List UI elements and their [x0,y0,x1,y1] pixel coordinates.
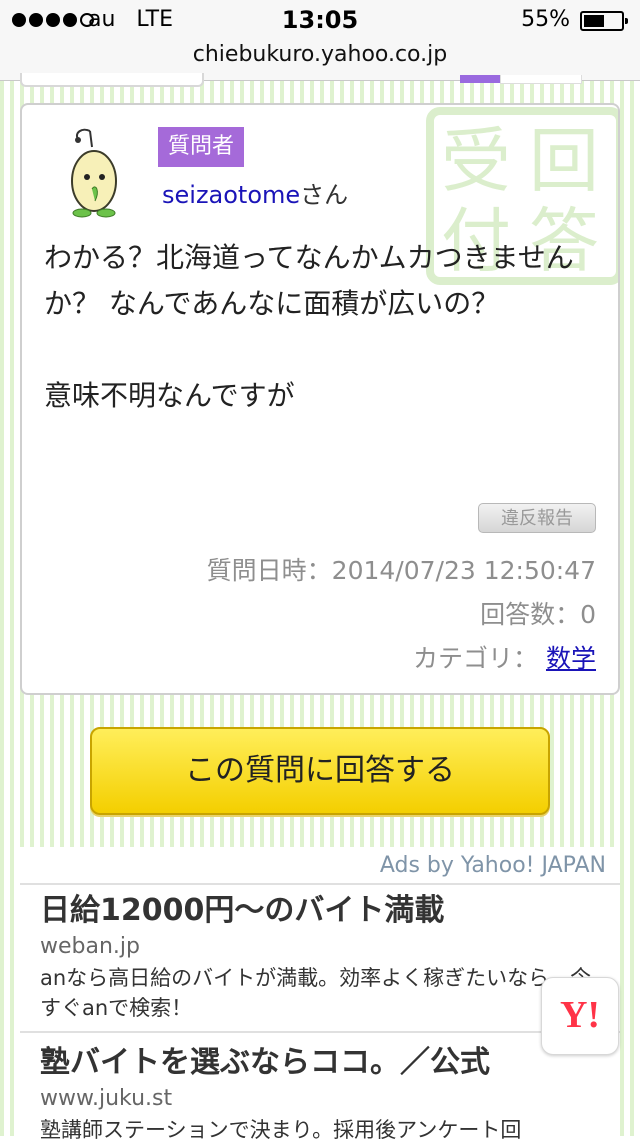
ads-header[interactable]: Ads by Yahoo! JAPAN [380,853,606,878]
stamp-char: 受 [441,120,511,202]
divider [20,883,620,885]
ad-description: 塾講師ステーションで決まり。採用後アンケート回 [40,1118,522,1142]
divider [20,1031,620,1033]
ad-url: www.juku.st [40,1086,173,1111]
answer-count-value: 0 [580,600,596,629]
category-link[interactable]: 数学 [546,644,596,673]
battery-percent: 55% [521,7,570,32]
yahoo-logo-button[interactable]: Y! [541,977,619,1055]
ad-item[interactable]: 塾バイトを選ぶならココ。／公式 www.juku.st 塾講師ステーションで決ま… [40,1043,600,1145]
asker-badge: 質問者 [158,127,245,167]
question-card: 受 回 付 答 質問者 seizaotomeさん わかる？北海道ってなんかムカつ… [20,103,620,695]
ad-title[interactable]: 日給12000円〜のバイト満載 [40,891,600,931]
question-text: わかる？北海道ってなんかムカつきませんか？ なんであんなに面積が広いの？ [44,241,574,320]
question-category: カテゴリ： 数学 [413,639,596,675]
date-label: 質問日時： [206,556,332,585]
question-text: 意味不明なんですが [44,379,295,412]
ads-section: Ads by Yahoo! JAPAN 日給12000円〜のバイト満載 weba… [20,847,620,1147]
previous-card-edge [20,73,204,87]
asker-name-link[interactable]: seizaotomeさん [162,175,348,210]
previous-tab-edge [460,75,500,83]
ad-description: anなら高日給のバイトが満載。効率よく稼ぎたいなら、今すぐanで検索！ [40,966,592,1020]
answer-count: 回答数：0 [480,595,596,631]
asker-username[interactable]: seizaotome [162,181,300,209]
ad-title[interactable]: 塾バイトを選ぶならココ。／公式 [40,1043,600,1083]
date-value: 2014/07/23 12:50:47 [331,556,596,585]
stamp-char: 回 [529,120,599,202]
asker-honorific: さん [300,181,349,209]
ad-url: weban.jp [40,934,140,959]
answer-question-button[interactable]: この質問に回答する [90,727,550,815]
battery-icon [580,11,628,31]
report-violation-button[interactable]: 違反報告 [478,503,596,533]
category-label: カテゴリ： [412,644,538,673]
address-bar[interactable]: chiebukuro.yahoo.co.jp [0,42,640,67]
page-content: 受 回 付 答 質問者 seizaotomeさん わかる？北海道ってなんかムカつ… [0,73,640,1147]
question-date: 質問日時：2014/07/23 12:50:47 [207,551,596,587]
previous-tab-edge [500,75,582,84]
browser-chrome: au LTE 13:05 55% chiebukuro.yahoo.co.jp [0,0,640,81]
avatar[interactable] [62,125,132,225]
status-bar: au LTE 13:05 55% [0,0,640,40]
question-body: わかる？北海道ってなんかムカつきませんか？ なんであんなに面積が広いの？ 意味不… [44,235,604,419]
answer-count-label: 回答数： [480,600,581,629]
ad-item[interactable]: 日給12000円〜のバイト満載 weban.jp anなら高日給のバイトが満載。… [40,891,600,1023]
